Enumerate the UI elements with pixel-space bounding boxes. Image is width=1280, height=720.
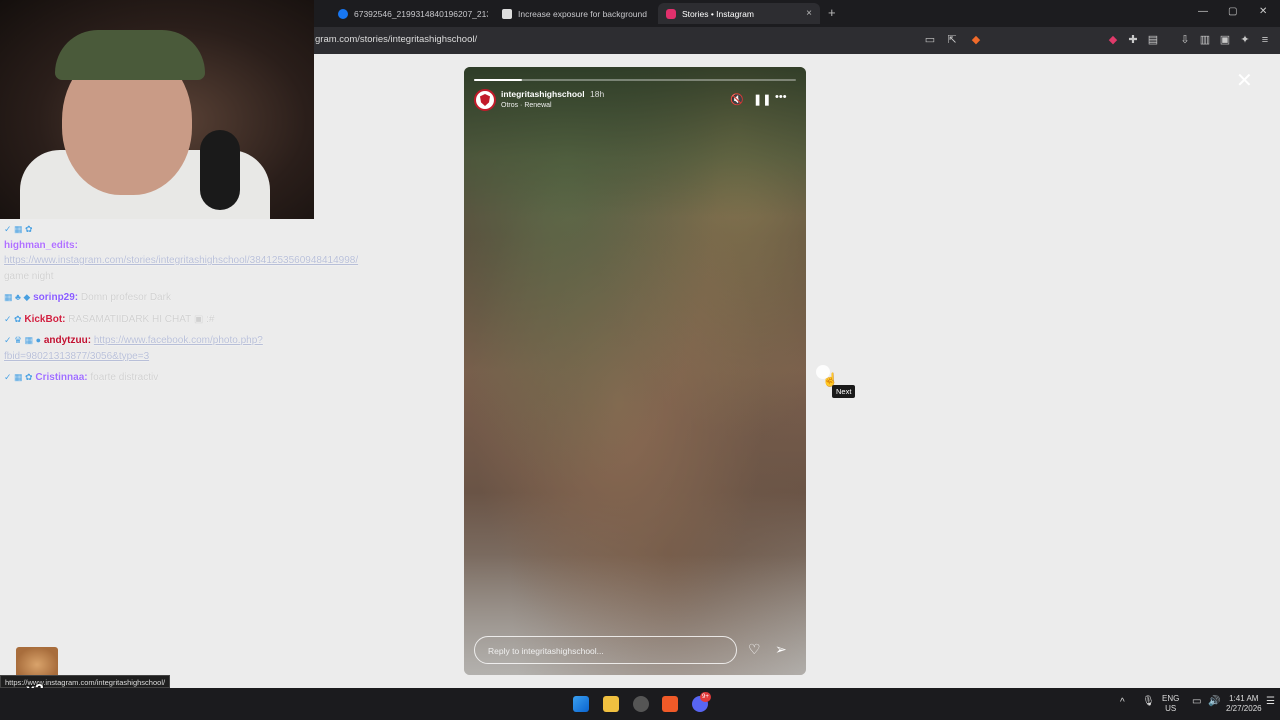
chat-message: ✓ ♛ ▦ ● andytzuu: https://www.facebook.c… <box>4 333 334 364</box>
new-tab-button[interactable]: + <box>828 5 836 20</box>
chat-badges: ✓ ▦ ✿ <box>4 224 33 234</box>
clock[interactable]: 1:41 AM 2/27/2026 <box>1226 694 1262 714</box>
facebook-icon <box>338 8 348 19</box>
windows-start-icon[interactable] <box>573 696 589 712</box>
tab-increase-exposure[interactable]: Increase exposure for background <box>494 3 652 24</box>
notifications-icon[interactable]: ☰ <box>1266 697 1275 707</box>
chat-username: highman_edits: <box>4 239 78 251</box>
close-window-button[interactable]: ✕ <box>1259 6 1267 17</box>
language-indicator[interactable]: ENG US <box>1162 694 1179 714</box>
maximize-button[interactable]: ▢ <box>1228 6 1237 17</box>
file-explorer-icon[interactable] <box>603 696 619 712</box>
reply-input[interactable]: Reply to integritashighschool... <box>474 636 737 664</box>
chat-badges: ✓ ▦ ✿ <box>4 372 33 382</box>
mute-icon[interactable]: 🔇 <box>730 93 744 106</box>
network-icon[interactable]: ▭ <box>1192 697 1201 707</box>
download-icon[interactable]: ⇩ <box>1179 34 1191 46</box>
lang-line2: US <box>1165 704 1177 713</box>
chat-username: andytzuu: <box>43 335 92 346</box>
story-music-label[interactable]: Otros · Renewal <box>501 102 552 109</box>
story-time: 18h <box>590 89 605 99</box>
heart-icon[interactable]: ♡ <box>748 641 761 658</box>
chat-text: game night <box>4 270 54 282</box>
doc-icon <box>502 8 512 19</box>
sidebar-icon[interactable]: ▥ <box>1199 34 1211 46</box>
lang-line1: ENG <box>1162 694 1180 703</box>
chat-username: sorinp29: <box>33 292 79 303</box>
discord-badge: 9+ <box>700 692 711 702</box>
brave-browser-icon[interactable] <box>662 696 678 712</box>
tab-label: Stories • Instagram <box>682 8 754 19</box>
story-progress-bar <box>474 79 796 81</box>
minimize-button[interactable]: — <box>1198 6 1208 17</box>
chat-username: Cristinnaa: <box>35 372 88 383</box>
send-icon[interactable]: ➢ <box>775 641 787 658</box>
tab-label: Increase exposure for background <box>518 8 647 19</box>
chat-badges: ▦ ♣ ◆ <box>4 292 31 302</box>
chat-message: ✓ ▦ ✿ highman_edits: https://www.instagr… <box>4 222 358 284</box>
instagram-icon <box>666 8 676 19</box>
stream-chat: ✓ ▦ ✿ highman_edits: https://www.instagr… <box>4 222 358 392</box>
cast-icon[interactable]: ▭ <box>924 34 936 46</box>
tab-facebook-photo[interactable]: 67392546_2199314840196207_2134 <box>330 3 488 24</box>
chat-link: https://www.facebook.com/photo.php?fbid=… <box>4 335 263 362</box>
microphone-icon <box>200 130 240 210</box>
share-icon[interactable]: ⇱ <box>946 34 958 46</box>
chat-link: https://www.instagram.com/stories/integr… <box>4 255 359 266</box>
chat-message: ✓ ✿ KickBot: RASAMATIIDARK HI CHAT ▣ :# <box>4 312 334 328</box>
chat-text: RASAMATIIDARK HI CHAT ▣ :# <box>65 313 215 325</box>
chat-badges: ✓ ✿ <box>4 313 22 324</box>
tab-instagram-stories[interactable]: Stories • Instagram × <box>658 3 820 24</box>
clock-date: 2/27/2026 <box>1226 704 1262 713</box>
chat-text: foarte distractiv <box>87 372 159 383</box>
reader-icon[interactable]: ▤ <box>1147 34 1159 46</box>
school-shield-icon <box>480 94 490 106</box>
close-tab-icon[interactable]: × <box>806 8 812 19</box>
leo-ai-icon[interactable]: ✦ <box>1239 34 1251 46</box>
clock-time: 1:41 AM <box>1229 694 1259 703</box>
chat-message: ✓ ▦ ✿ Cristinnaa: foarte distractiv <box>4 370 334 386</box>
next-tooltip: Next <box>832 385 856 398</box>
avatar[interactable] <box>474 89 496 111</box>
chat-badges: ✓ ♛ ▦ ● <box>4 335 42 345</box>
close-story-button[interactable]: ✕ <box>1236 68 1253 93</box>
more-options-icon[interactable]: ••• <box>775 91 787 103</box>
menu-icon[interactable]: ≡ <box>1259 34 1271 46</box>
url-field[interactable]: gram.com/stories/integritashighschool/ <box>315 34 477 45</box>
microphone-tray-icon[interactable]: 🎙 <box>1142 697 1155 707</box>
webcam-person-cap <box>55 30 205 80</box>
wallet-icon[interactable]: ▣ <box>1219 34 1231 46</box>
brave-shield-icon[interactable]: ◆ <box>970 34 982 46</box>
story-viewer[interactable]: integritashighschool 18h Otros · Renewal… <box>464 67 806 675</box>
tray-chevron-icon[interactable]: ^ <box>1120 698 1125 708</box>
pause-icon[interactable]: ❚❚ <box>753 93 771 106</box>
streamer-webcam <box>0 0 314 219</box>
chat-message: ▦ ♣ ◆ sorinp29: Domn profesor Dark <box>4 290 334 306</box>
story-progress-fill <box>474 79 523 81</box>
tab-label: 67392546_2199314840196207_2134 <box>354 8 488 19</box>
extensions-icon[interactable]: ✚ <box>1127 34 1139 46</box>
rewards-icon[interactable]: ◆ <box>1107 34 1119 46</box>
story-username[interactable]: integritashighschool <box>501 89 585 99</box>
volume-icon[interactable]: 🔊 <box>1208 697 1220 707</box>
chat-text: Domn profesor Dark <box>78 292 171 303</box>
chat-username: KickBot: <box>24 313 66 325</box>
app-icon[interactable] <box>633 696 649 712</box>
